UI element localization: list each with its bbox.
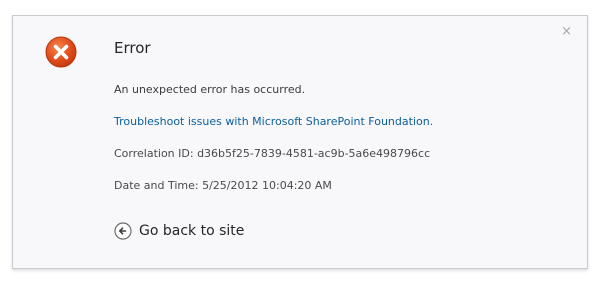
error-message: An unexpected error has occurred. [114,83,306,96]
dialog-title: Error [114,39,151,57]
go-back-label: Go back to site [139,223,245,239]
correlation-id: Correlation ID: d36b5f25-7839-4581-ac9b-… [114,147,431,160]
date-and-time: Date and Time: 5/25/2012 10:04:20 AM [114,179,332,192]
error-content: Error An unexpected error has occurred. … [114,37,567,193]
troubleshoot-link[interactable]: Troubleshoot issues with Microsoft Share… [114,115,433,129]
back-arrow-circle-icon [114,222,132,240]
error-dialog: × Error An unexpected error has occurred… [12,15,588,269]
error-x-icon [45,36,77,68]
go-back-button[interactable]: Go back to site [114,222,244,240]
